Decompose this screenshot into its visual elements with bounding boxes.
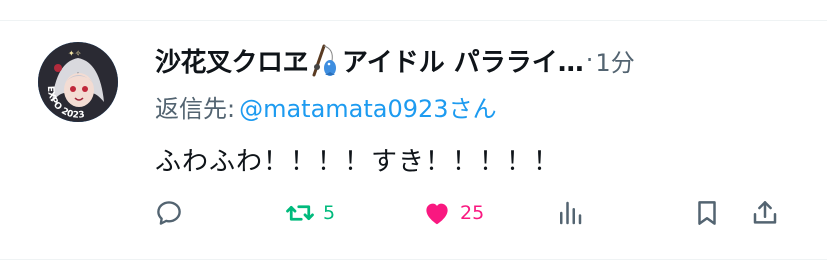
header-separator: · [585, 46, 594, 74]
fishing-pole-fish-emoji-icon [310, 43, 340, 77]
reply-button[interactable] [154, 193, 192, 233]
tweet-text: ふわふわ！！！！すき！！！！！ [155, 147, 561, 177]
bottom-divider [0, 259, 827, 260]
reply-to-line: 返信先: @matamata0923さん [155, 88, 497, 124]
display-name-tail[interactable]: アイドル パラライ… [342, 42, 584, 79]
views-button[interactable] [555, 193, 585, 233]
avatar[interactable]: ✦✧ EXPO 2023 [38, 42, 118, 122]
share-upload-icon [753, 201, 777, 224]
tweet-header: 沙花叉クロヱ アイドル パラライ… · 1分 [155, 40, 715, 80]
like-button[interactable]: 25 [422, 193, 484, 233]
bookmark-icon [698, 201, 716, 225]
like-count: 25 [460, 202, 485, 224]
analytics-bar-chart-icon [560, 201, 582, 225]
svg-text:EXPO 2023: EXPO 2023 [45, 86, 85, 121]
avatar-badge: EXPO 2023 [45, 86, 85, 121]
avatar-badge-text: EXPO 2023 [45, 86, 85, 121]
reply-icon [157, 201, 181, 225]
bookmark-button[interactable] [692, 193, 722, 233]
display-name[interactable]: 沙花叉クロヱ [155, 42, 309, 79]
top-divider [0, 20, 827, 21]
retweet-button[interactable]: 5 [285, 193, 335, 233]
heart-icon [426, 203, 448, 225]
reply-to-handle-link[interactable]: @matamata0923さん [239, 89, 496, 124]
tweet-timestamp[interactable]: 1分 [595, 43, 634, 78]
reply-prefix: 返信先: [155, 94, 236, 123]
retweet-icon [286, 205, 314, 221]
retweet-count: 5 [323, 202, 336, 224]
share-button[interactable] [750, 193, 780, 233]
tweet-actions: 5 25 [150, 193, 790, 233]
